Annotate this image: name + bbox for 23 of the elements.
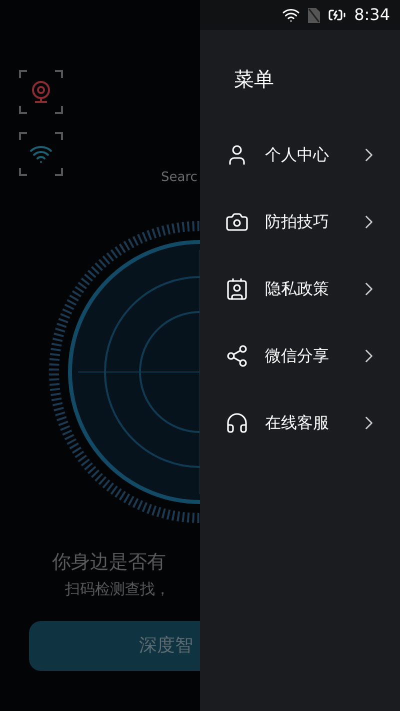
menu-item[interactable]: 个人中心 — [200, 121, 400, 188]
headline-text: 你身边是否有 — [52, 550, 167, 574]
no-sim-icon — [308, 8, 320, 22]
menu-item[interactable]: 防拍技巧 — [200, 188, 400, 255]
menu-item[interactable]: 微信分享 — [200, 322, 400, 389]
menu-item-label: 微信分享 — [265, 344, 330, 366]
menu-item[interactable]: 隐私政策 — [200, 255, 400, 322]
menu-item-label: 在线客服 — [265, 412, 330, 434]
subline-text: 扫码检测查找， — [65, 579, 171, 600]
menu-item[interactable]: 在线客服 — [200, 389, 400, 456]
webcam-icon — [30, 80, 52, 104]
menu-item-label: 个人中心 — [265, 144, 330, 166]
contact-card-icon — [225, 276, 249, 300]
share-icon — [225, 344, 249, 368]
wifi-scan-button[interactable] — [19, 132, 63, 176]
search-label: Searc — [161, 169, 198, 187]
camera-scan-button[interactable] — [19, 70, 63, 114]
wifi-icon — [282, 6, 300, 24]
drawer-title: 菜单 — [234, 66, 275, 93]
menu-item-label: 防拍技巧 — [265, 210, 330, 232]
clock-time: 8:34 — [354, 4, 390, 26]
menu-item-label: 隐私政策 — [265, 278, 330, 300]
headset-icon — [225, 410, 249, 434]
